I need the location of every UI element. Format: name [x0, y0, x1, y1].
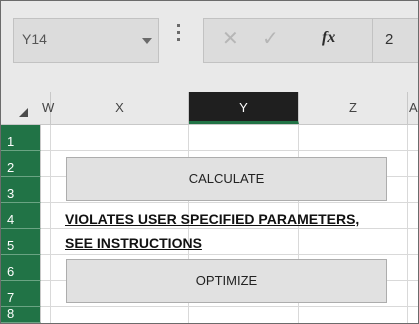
- insert-function-icon[interactable]: fx: [322, 29, 335, 47]
- cell-grid[interactable]: CALCULATE VIOLATES USER SPECIFIED PARAME…: [41, 125, 418, 323]
- column-header-z[interactable]: Z: [299, 92, 408, 124]
- row-header-3[interactable]: 3: [1, 177, 41, 203]
- row-header-8[interactable]: 8: [1, 306, 41, 323]
- column-header-y[interactable]: Y: [189, 92, 299, 124]
- select-all-icon[interactable]: [1, 92, 41, 124]
- formula-value: 2: [385, 31, 394, 48]
- row-header-1[interactable]: 1: [1, 125, 41, 151]
- name-box[interactable]: Y14: [13, 18, 159, 63]
- row-header-4[interactable]: 4: [1, 203, 41, 229]
- calculate-button[interactable]: CALCULATE: [66, 157, 387, 201]
- formula-bar-area: Y14 ✕ ✓ fx 2: [1, 1, 418, 92]
- formula-buttons: ✕ ✓ fx: [203, 18, 373, 63]
- column-header-x[interactable]: X: [51, 92, 189, 124]
- formula-input[interactable]: 2: [373, 18, 418, 63]
- name-box-value: Y14: [22, 31, 47, 47]
- spreadsheet-window: Y14 ✕ ✓ fx 2 W X Y Z A 1 2 3 4 5 6 7 8 C…: [0, 0, 419, 324]
- row-header-7[interactable]: 7: [1, 281, 41, 307]
- row-header-6[interactable]: 6: [1, 255, 41, 281]
- column-header-row: W X Y Z A: [1, 92, 418, 125]
- enter-icon[interactable]: ✓: [262, 29, 279, 49]
- column-header-w[interactable]: W: [41, 92, 54, 124]
- dropdown-arrow-icon[interactable]: [142, 38, 152, 44]
- warning-text-line2: SEE INSTRUCTIONS: [65, 235, 202, 251]
- optimize-button[interactable]: OPTIMIZE: [66, 259, 387, 303]
- warning-text-line1: VIOLATES USER SPECIFIED PARAMETERS,: [65, 211, 360, 227]
- cancel-icon[interactable]: ✕: [222, 29, 239, 49]
- row-header-5[interactable]: 5: [1, 229, 41, 255]
- row-header-2[interactable]: 2: [1, 151, 41, 177]
- column-header-aa[interactable]: A: [408, 92, 418, 124]
- more-options-icon[interactable]: [177, 24, 181, 44]
